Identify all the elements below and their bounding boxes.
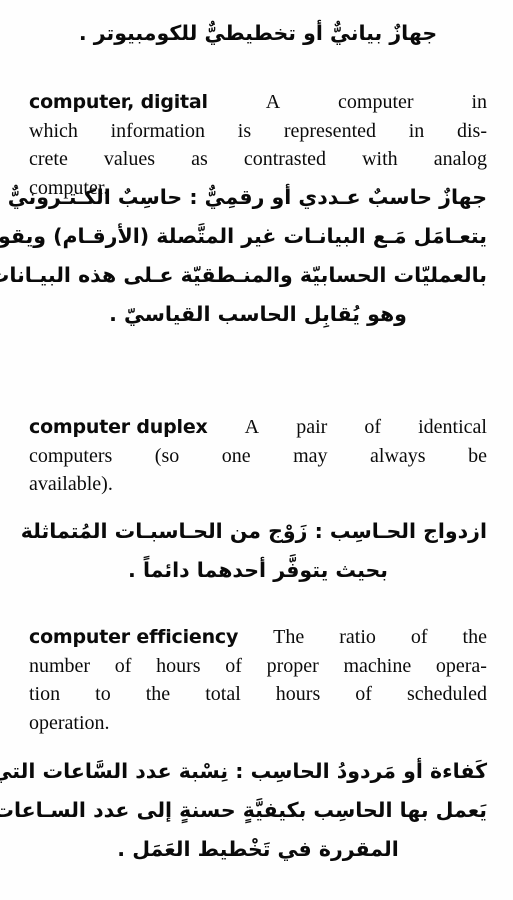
definition-word: contrasted	[243, 148, 326, 170]
definition-word: information	[110, 119, 206, 142]
definition-word: scheduled	[406, 683, 487, 705]
definition-word: one	[221, 444, 251, 467]
entry-computer-digital-arabic: جهازٌ حاسبٌ عـددي أو رقمِيٌّ : حاسِبٌ ال…	[0, 178, 487, 334]
definition-word: opera-	[435, 654, 487, 677]
definition-word: hours	[275, 683, 321, 705]
arabic-text: بالعمليّات الحسابيّة والمنـطقيّة عـلى هذ…	[0, 263, 487, 287]
definition-word: as	[191, 148, 208, 170]
arabic-text: ازدواج الحـاسِب : زَوْج من الحـاسبـات ال…	[20, 519, 487, 543]
definition-word: operation.	[29, 711, 110, 734]
headword-computer-duplex: computer duplex	[29, 416, 208, 438]
definition-word: computers	[29, 444, 113, 467]
definition-line: available).	[29, 470, 487, 499]
definition-word: of	[364, 416, 382, 438]
definition-word: of	[225, 654, 242, 677]
entry-headline: computer efficiency The ratio of the	[29, 623, 487, 652]
arabic-text: كَفاءة أو مَردودُ الحاسِب : نِسْبة عدد ا…	[0, 759, 487, 783]
definition-word: the	[462, 626, 487, 648]
definition-word: analog	[433, 148, 487, 170]
definition-word: identical	[418, 416, 487, 438]
arabic-line: المقررة في تَخْطيط العَمَل .	[29, 830, 487, 869]
definition-word: tion	[29, 683, 61, 705]
definition-line: number of hours of proper machine opera-	[29, 652, 487, 681]
definition-line: crete values as contrasted with analog	[29, 145, 487, 174]
definition-word: always	[370, 444, 426, 467]
definition-word: to	[95, 683, 111, 705]
definition-word: of	[355, 683, 372, 705]
arabic-text: يَعمل بها الحاسِب بكيفيَّةٍ حسنةٍ إلى عد…	[0, 798, 487, 822]
definition-word: in	[471, 91, 487, 113]
definition-word: available).	[29, 473, 113, 495]
definition-word: computer	[338, 91, 414, 113]
definition-word: is	[237, 119, 252, 142]
definition-line: computers (so one may always be	[29, 442, 487, 471]
arabic-text: المقررة في تَخْطيط العَمَل .	[117, 837, 399, 861]
definition-word: the	[145, 683, 171, 705]
definition-word: dis-	[457, 119, 487, 142]
entry-headline: computer duplex A pair of identical	[29, 413, 487, 442]
entry-computer-duplex-english: computer duplex A pair of identical comp…	[29, 413, 487, 499]
definition-word: values	[103, 148, 156, 170]
arabic-text: يتعـامَل مَـع البيانـات غير المتَّصلة (ا…	[0, 224, 487, 248]
definition-word: which	[29, 119, 78, 142]
definition-word: of	[410, 626, 428, 648]
arabic-line: جهازٌ حاسبٌ عـددي أو رقمِيٌّ : حاسِبٌ ال…	[8, 178, 487, 217]
arabic-line: بحيث يتوفَّر أحدهما دائماً .	[29, 551, 487, 590]
definition-word: proper	[266, 654, 319, 677]
arabic-text: بحيث يتوفَّر أحدهما دائماً .	[128, 558, 388, 582]
definition-word: with	[362, 148, 398, 170]
continuation-arabic-line: جهازٌ بيانيٌّ أو تخطيطيٌّ للكومبيوتر .	[29, 14, 487, 53]
definition-word: The	[273, 626, 305, 648]
definition-word: number	[29, 654, 91, 677]
definition-line: tion to the total hours of scheduled	[29, 680, 487, 709]
definition-word: represented	[283, 119, 376, 142]
arabic-line: وهو يُقابِل الحاسب القياسيّ .	[29, 295, 487, 334]
definition-word: be	[468, 444, 487, 467]
entry-computer-duplex-arabic: ازدواج الحـاسِب : زَوْج من الحـاسبـات ال…	[21, 512, 487, 590]
definition-word: may	[293, 444, 328, 467]
definition-word: A	[265, 91, 281, 113]
arabic-line: جهازٌ بيانيٌّ أو تخطيطيٌّ للكومبيوتر .	[29, 14, 487, 53]
headword-computer-digital: computer, digital	[29, 91, 208, 113]
definition-line: operation.	[29, 709, 487, 738]
arabic-line: بالعمليّات الحسابيّة والمنـطقيّة عـلى هذ…	[0, 256, 487, 295]
definition-word: of	[114, 654, 132, 677]
headword-computer-efficiency: computer efficiency	[29, 626, 239, 648]
definition-word: in	[408, 119, 425, 142]
definition-word: pair	[296, 416, 328, 438]
dictionary-page: جهازٌ بيانيٌّ أو تخطيطيٌّ للكومبيوتر . c…	[0, 0, 513, 900]
arabic-line: ازدواج الحـاسِب : زَوْج من الحـاسبـات ال…	[21, 512, 487, 551]
definition-word: A	[244, 416, 260, 438]
definition-word: hours	[156, 654, 201, 677]
entry-computer-efficiency-english: computer efficiency The ratio of the num…	[29, 623, 487, 737]
definition-word: ratio	[339, 626, 376, 648]
arabic-line: يتعـامَل مَـع البيانـات غير المتَّصلة (ا…	[0, 217, 487, 256]
arabic-text: جهازٌ حاسبٌ عـددي أو رقمِيٌّ : حاسِبٌ ال…	[7, 185, 487, 209]
definition-word: (so	[154, 444, 180, 467]
arabic-line: كَفاءة أو مَردودُ الحاسِب : نِسْبة عدد ا…	[0, 752, 487, 791]
arabic-text: وهو يُقابِل الحاسب القياسيّ .	[109, 302, 407, 326]
arabic-text: جهازٌ بيانيٌّ أو تخطيطيٌّ للكومبيوتر .	[78, 21, 438, 45]
definition-word: machine	[343, 654, 412, 677]
entry-computer-efficiency-arabic: كَفاءة أو مَردودُ الحاسِب : نِسْبة عدد ا…	[0, 752, 487, 869]
definition-word: crete	[29, 148, 68, 170]
definition-word: total	[205, 683, 241, 705]
arabic-line: يَعمل بها الحاسِب بكيفيَّةٍ حسنةٍ إلى عد…	[0, 791, 487, 830]
entry-headline: computer, digital A computer in	[29, 88, 487, 117]
definition-line: which information is represented in dis-	[29, 117, 487, 146]
